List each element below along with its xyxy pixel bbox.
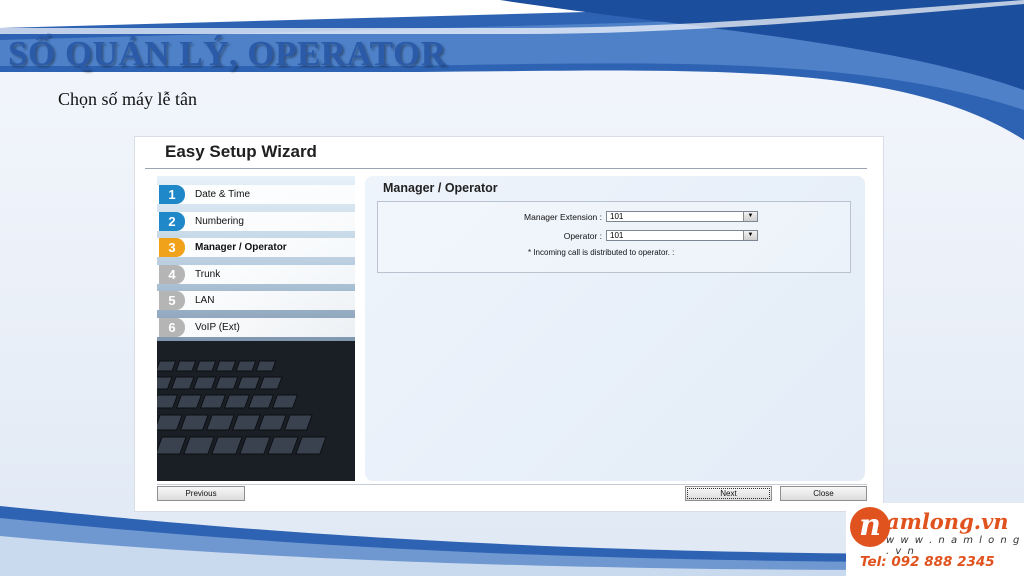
step-number-badge: 4 <box>159 265 185 284</box>
step-number-badge: 1 <box>159 185 185 204</box>
logo-mark: n <box>850 507 890 547</box>
operator-label: Operator : <box>563 231 602 241</box>
easy-setup-wizard-window: Easy Setup Wizard 1 Date & Time 2 Number… <box>134 136 884 512</box>
manager-extension-select[interactable]: 101 ▼ <box>606 211 758 222</box>
step-number-badge: 6 <box>159 318 185 337</box>
namlong-logo: n amlong.vn w w w . n a m l o n g . v n … <box>846 503 1024 576</box>
step-label: Numbering <box>195 216 244 227</box>
content-panel: Manager / Operator Manager Extension : 1… <box>365 176 865 481</box>
close-button[interactable]: Close <box>780 486 867 501</box>
step-number-badge: 2 <box>159 212 185 231</box>
keyboard-image <box>157 341 355 481</box>
step-label: Manager / Operator <box>195 242 287 253</box>
slide-subtitle: Chọn số máy lễ tân <box>58 89 197 109</box>
wizard-step-4[interactable]: 4 Trunk <box>157 265 355 284</box>
steps-sidebar: 1 Date & Time 2 Numbering 3 Manager / Operato… <box>157 176 355 481</box>
step-label: Date & Time <box>195 189 251 200</box>
step-label: VoIP (Ext) <box>195 322 240 333</box>
step-number-badge: 3 <box>159 238 185 257</box>
title-divider <box>145 168 867 169</box>
previous-button[interactable]: Previous <box>157 486 245 501</box>
footer-divider <box>157 484 867 485</box>
slide-title: SỐ QUẢN LÝ, OPERATOR <box>8 34 447 73</box>
distribution-note: * Incoming call is distributed to operat… <box>528 248 675 257</box>
logo-brand-text: amlong.vn <box>886 509 1009 534</box>
next-button[interactable]: Next <box>685 486 772 501</box>
settings-group: Manager Extension : 101 ▼ Operator : 101… <box>377 201 851 273</box>
wizard-step-5[interactable]: 5 LAN <box>157 291 355 310</box>
chevron-down-icon[interactable]: ▼ <box>743 231 757 240</box>
manager-extension-value: 101 <box>610 212 624 221</box>
wizard-step-3[interactable]: 3 Manager / Operator <box>157 238 355 257</box>
step-label: Trunk <box>195 269 221 280</box>
step-number-badge: 5 <box>159 291 185 310</box>
wizard-step-6[interactable]: 6 VoIP (Ext) <box>157 318 355 337</box>
operator-select[interactable]: 101 ▼ <box>606 230 758 241</box>
chevron-down-icon[interactable]: ▼ <box>743 212 757 221</box>
step-label: LAN <box>195 295 215 306</box>
manager-extension-label: Manager Extension : <box>524 212 602 222</box>
logo-phone: Tel: 092 888 2345 <box>860 554 995 570</box>
section-heading: Manager / Operator <box>383 181 498 195</box>
wizard-step-1[interactable]: 1 Date & Time <box>157 185 355 204</box>
wizard-step-2[interactable]: 2 Numbering <box>157 212 355 231</box>
wizard-title: Easy Setup Wizard <box>165 142 317 161</box>
operator-value: 101 <box>610 231 624 240</box>
